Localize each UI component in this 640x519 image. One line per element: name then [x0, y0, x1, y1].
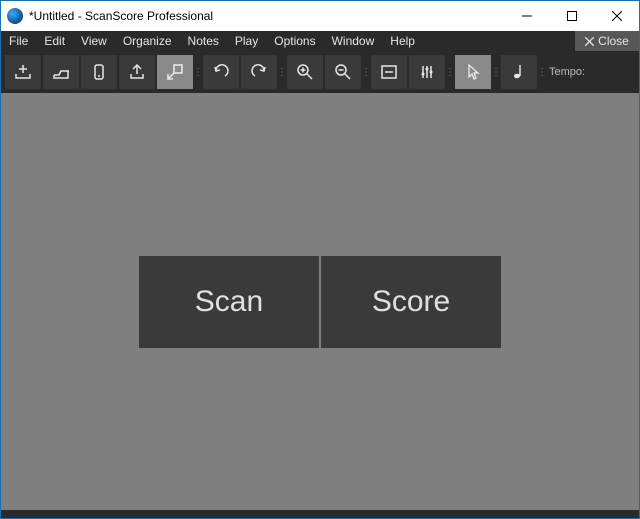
- frame-button[interactable]: [371, 55, 407, 89]
- window-title: *Untitled - ScanScore Professional: [29, 9, 504, 23]
- window-controls: [504, 1, 639, 31]
- undo-icon: [211, 62, 231, 82]
- redo-button[interactable]: [241, 55, 277, 89]
- toolbar-separator: ⋮: [195, 55, 201, 89]
- menu-notes[interactable]: Notes: [180, 31, 227, 51]
- zoom-in-button[interactable]: [287, 55, 323, 89]
- empty-state-panels: Scan Score: [139, 256, 501, 348]
- scan-tray-button[interactable]: [43, 55, 79, 89]
- toolbar-separator: ⋮: [363, 55, 369, 89]
- scan-panel[interactable]: Scan: [139, 256, 319, 348]
- close-window-button[interactable]: [594, 1, 639, 31]
- undo-button[interactable]: [203, 55, 239, 89]
- scan-add-button[interactable]: [5, 55, 41, 89]
- minimize-button[interactable]: [504, 1, 549, 31]
- menu-help[interactable]: Help: [382, 31, 423, 51]
- zoom-in-icon: [295, 62, 315, 82]
- toolbar-separator: ⋮: [447, 55, 453, 89]
- menu-bar: File Edit View Organize Notes Play Optio…: [1, 31, 639, 51]
- export-button[interactable]: [119, 55, 155, 89]
- device-button[interactable]: [81, 55, 117, 89]
- title-bar: *Untitled - ScanScore Professional: [1, 1, 639, 31]
- frame-minus-icon: [379, 62, 399, 82]
- app-icon: [7, 8, 23, 24]
- pointer-icon: [463, 62, 483, 82]
- plus-tray-icon: [13, 62, 33, 82]
- toolbar-separator: ⋮: [279, 55, 285, 89]
- menu-window[interactable]: Window: [324, 31, 383, 51]
- menu-options[interactable]: Options: [266, 31, 323, 51]
- menu-file[interactable]: File: [1, 31, 36, 51]
- link-view-button[interactable]: [157, 55, 193, 89]
- tray-icon: [51, 62, 71, 82]
- link-arrow-icon: [165, 62, 185, 82]
- menu-view[interactable]: View: [73, 31, 115, 51]
- zoom-out-button[interactable]: [325, 55, 361, 89]
- export-icon: [127, 62, 147, 82]
- close-panel-button[interactable]: Close: [575, 31, 639, 51]
- status-bar: [1, 510, 639, 518]
- mixer-button[interactable]: [409, 55, 445, 89]
- device-icon: [89, 62, 109, 82]
- menu-play[interactable]: Play: [227, 31, 266, 51]
- toolbar-separator: ⋮: [493, 55, 499, 89]
- close-panel-label: Close: [598, 34, 629, 48]
- note-icon: [509, 62, 529, 82]
- toolbar: ⋮ ⋮ ⋮ ⋮ ⋮ ⋮ Tempo:: [1, 51, 639, 93]
- maximize-button[interactable]: [549, 1, 594, 31]
- menu-organize[interactable]: Organize: [115, 31, 180, 51]
- menu-edit[interactable]: Edit: [36, 31, 73, 51]
- redo-icon: [249, 62, 269, 82]
- note-button[interactable]: [501, 55, 537, 89]
- zoom-out-icon: [333, 62, 353, 82]
- content-area: Scan Score: [1, 93, 639, 510]
- score-panel[interactable]: Score: [321, 256, 501, 348]
- sliders-icon: [417, 62, 437, 82]
- tempo-label: Tempo:: [547, 66, 589, 78]
- pointer-button[interactable]: [455, 55, 491, 89]
- toolbar-separator: ⋮: [539, 55, 545, 89]
- close-icon: [585, 37, 594, 46]
